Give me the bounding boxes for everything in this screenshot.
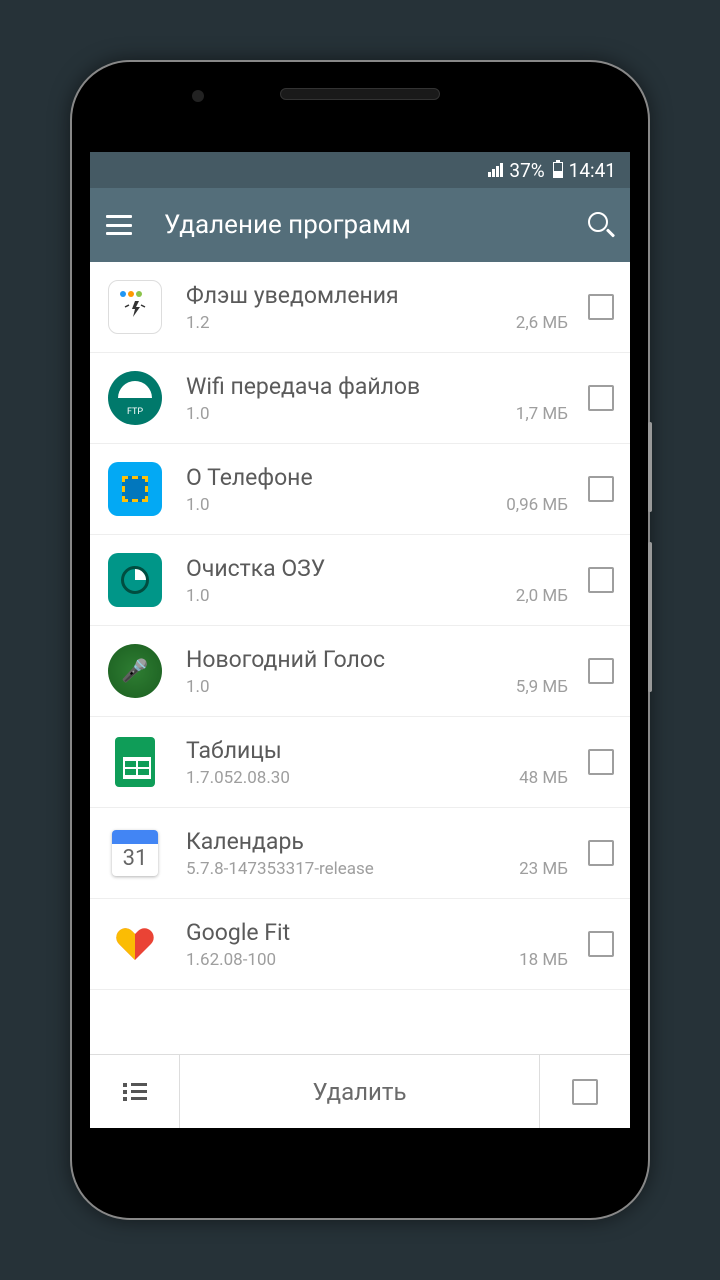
app-version: 1.2	[186, 313, 210, 333]
app-name: О Телефоне	[186, 464, 568, 491]
app-size: 23 МБ	[519, 859, 568, 879]
list-item[interactable]: Очистка ОЗУ 1.0 2,0 МБ	[90, 535, 630, 626]
select-checkbox[interactable]	[588, 385, 614, 411]
app-name: Wifi передача файлов	[186, 373, 568, 400]
phone-frame: 37% 14:41 Удаление программ Флэш уведомл…	[70, 60, 650, 1220]
app-icon-calendar	[108, 826, 162, 880]
list-icon	[123, 1083, 147, 1101]
app-version: 1.7.052.08.30	[186, 768, 290, 788]
app-info: О Телефоне 1.0 0,96 МБ	[186, 464, 568, 515]
list-item[interactable]: Таблицы 1.7.052.08.30 48 МБ	[90, 717, 630, 808]
list-item[interactable]: О Телефоне 1.0 0,96 МБ	[90, 444, 630, 535]
app-icon-sheets	[108, 735, 162, 789]
app-info: Очистка ОЗУ 1.0 2,0 МБ	[186, 555, 568, 606]
app-info: Таблицы 1.7.052.08.30 48 МБ	[186, 737, 568, 788]
app-icon-flash	[108, 280, 162, 334]
list-item[interactable]: Wifi передача файлов 1.0 1,7 МБ	[90, 353, 630, 444]
app-icon-cpu	[108, 462, 162, 516]
select-checkbox[interactable]	[588, 294, 614, 320]
select-all-checkbox[interactable]	[572, 1079, 598, 1105]
app-info: Wifi передача файлов 1.0 1,7 МБ	[186, 373, 568, 424]
battery-icon	[553, 162, 563, 178]
search-icon[interactable]	[588, 212, 614, 238]
app-size: 2,0 МБ	[516, 586, 568, 606]
app-size: 18 МБ	[519, 950, 568, 970]
battery-percent: 37%	[509, 159, 544, 182]
list-item[interactable]: Новогодний Голос 1.0 5,9 МБ	[90, 626, 630, 717]
phone-side-button	[648, 422, 652, 512]
app-name: Google Fit	[186, 919, 568, 946]
select-checkbox[interactable]	[588, 658, 614, 684]
delete-button[interactable]: Удалить	[180, 1055, 540, 1128]
status-bar: 37% 14:41	[90, 152, 630, 188]
select-checkbox[interactable]	[588, 567, 614, 593]
app-size: 0,96 МБ	[506, 495, 568, 515]
app-size: 5,9 МБ	[516, 677, 568, 697]
view-mode-button[interactable]	[90, 1055, 180, 1128]
app-info: Новогодний Голос 1.0 5,9 МБ	[186, 646, 568, 697]
app-version: 1.62.08-100	[186, 950, 276, 970]
app-version: 1.0	[186, 677, 210, 697]
bottom-bar: Удалить	[90, 1054, 630, 1128]
list-item[interactable]: Календарь 5.7.8-147353317-release 23 МБ	[90, 808, 630, 899]
app-icon-wifi	[108, 371, 162, 425]
phone-camera	[192, 90, 204, 102]
select-checkbox[interactable]	[588, 840, 614, 866]
select-checkbox[interactable]	[588, 931, 614, 957]
list-item[interactable]: Google Fit 1.62.08-100 18 МБ	[90, 899, 630, 990]
app-info: Флэш уведомления 1.2 2,6 МБ	[186, 282, 568, 333]
select-all-button[interactable]	[540, 1055, 630, 1128]
app-info: Google Fit 1.62.08-100 18 МБ	[186, 919, 568, 970]
app-size: 1,7 МБ	[516, 404, 568, 424]
app-version: 1.0	[186, 495, 210, 515]
app-list[interactable]: Флэш уведомления 1.2 2,6 МБ Wifi передач…	[90, 262, 630, 1054]
signal-icon	[488, 163, 503, 177]
app-size: 48 МБ	[519, 768, 568, 788]
app-name: Очистка ОЗУ	[186, 555, 568, 582]
app-name: Календарь	[186, 828, 568, 855]
select-checkbox[interactable]	[588, 476, 614, 502]
app-version: 1.0	[186, 586, 210, 606]
app-name: Новогодний Голос	[186, 646, 568, 673]
screen: 37% 14:41 Удаление программ Флэш уведомл…	[90, 152, 630, 1128]
app-icon-ram	[108, 553, 162, 607]
app-version: 1.0	[186, 404, 210, 424]
phone-bezel: 37% 14:41 Удаление программ Флэш уведомл…	[90, 80, 630, 1200]
app-icon-fit	[108, 917, 162, 971]
app-name: Таблицы	[186, 737, 568, 764]
app-info: Календарь 5.7.8-147353317-release 23 МБ	[186, 828, 568, 879]
hamburger-icon[interactable]	[106, 215, 132, 235]
clock: 14:41	[569, 159, 616, 182]
app-icon-voice	[108, 644, 162, 698]
app-version: 5.7.8-147353317-release	[186, 859, 374, 879]
phone-volume-button	[648, 542, 652, 692]
list-item[interactable]: Флэш уведомления 1.2 2,6 МБ	[90, 262, 630, 353]
select-checkbox[interactable]	[588, 749, 614, 775]
app-name: Флэш уведомления	[186, 282, 568, 309]
phone-speaker	[280, 88, 440, 100]
app-bar: Удаление программ	[90, 188, 630, 262]
app-size: 2,6 МБ	[516, 313, 568, 333]
page-title: Удаление программ	[164, 210, 588, 240]
